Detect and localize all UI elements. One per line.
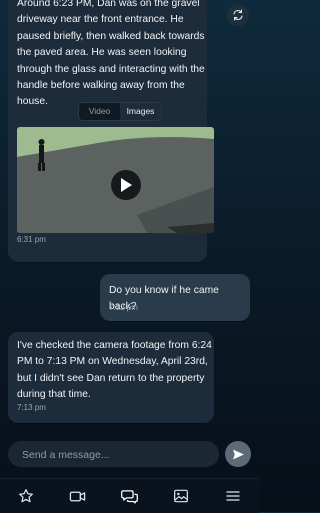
play-button[interactable] (111, 170, 141, 200)
message-timestamp: 6:31 pm (17, 235, 46, 244)
chat-bubbles-icon (121, 489, 138, 504)
bottom-nav (0, 478, 259, 513)
message-timestamp: 7:13 pm (17, 403, 46, 412)
play-icon (121, 178, 132, 192)
send-icon (232, 449, 244, 459)
message-timestamp: 7:12 pm (109, 303, 138, 312)
message-text: Around 6:23 PM, Dan was on the gravel dr… (17, 0, 205, 108)
send-button[interactable] (225, 441, 251, 467)
nav-video[interactable] (63, 481, 93, 511)
media-tabs: Video Images (78, 102, 162, 121)
nav-favorites[interactable] (11, 481, 41, 511)
video-camera-icon (69, 491, 86, 501)
tab-video[interactable]: Video (79, 103, 120, 120)
assistant-message: Around 6:23 PM, Dan was on the gravel dr… (8, 0, 214, 262)
user-message: Do you know if he came back? 7:12 pm (100, 274, 250, 321)
message-input[interactable] (20, 441, 214, 469)
message-composer (8, 441, 219, 469)
nav-chat[interactable] (114, 481, 144, 511)
star-icon (18, 489, 33, 503)
refresh-icon (233, 9, 243, 21)
tab-images[interactable]: Images (120, 103, 161, 120)
video-thumbnail[interactable] (17, 127, 214, 233)
nav-images[interactable] (166, 481, 196, 511)
assistant-message: I've checked the camera footage from 6:2… (8, 332, 214, 423)
nav-menu[interactable] (218, 481, 248, 511)
message-text: I've checked the camera footage from 6:2… (17, 340, 212, 401)
refresh-button[interactable] (227, 4, 249, 26)
image-icon (174, 489, 189, 503)
menu-icon (226, 491, 240, 501)
